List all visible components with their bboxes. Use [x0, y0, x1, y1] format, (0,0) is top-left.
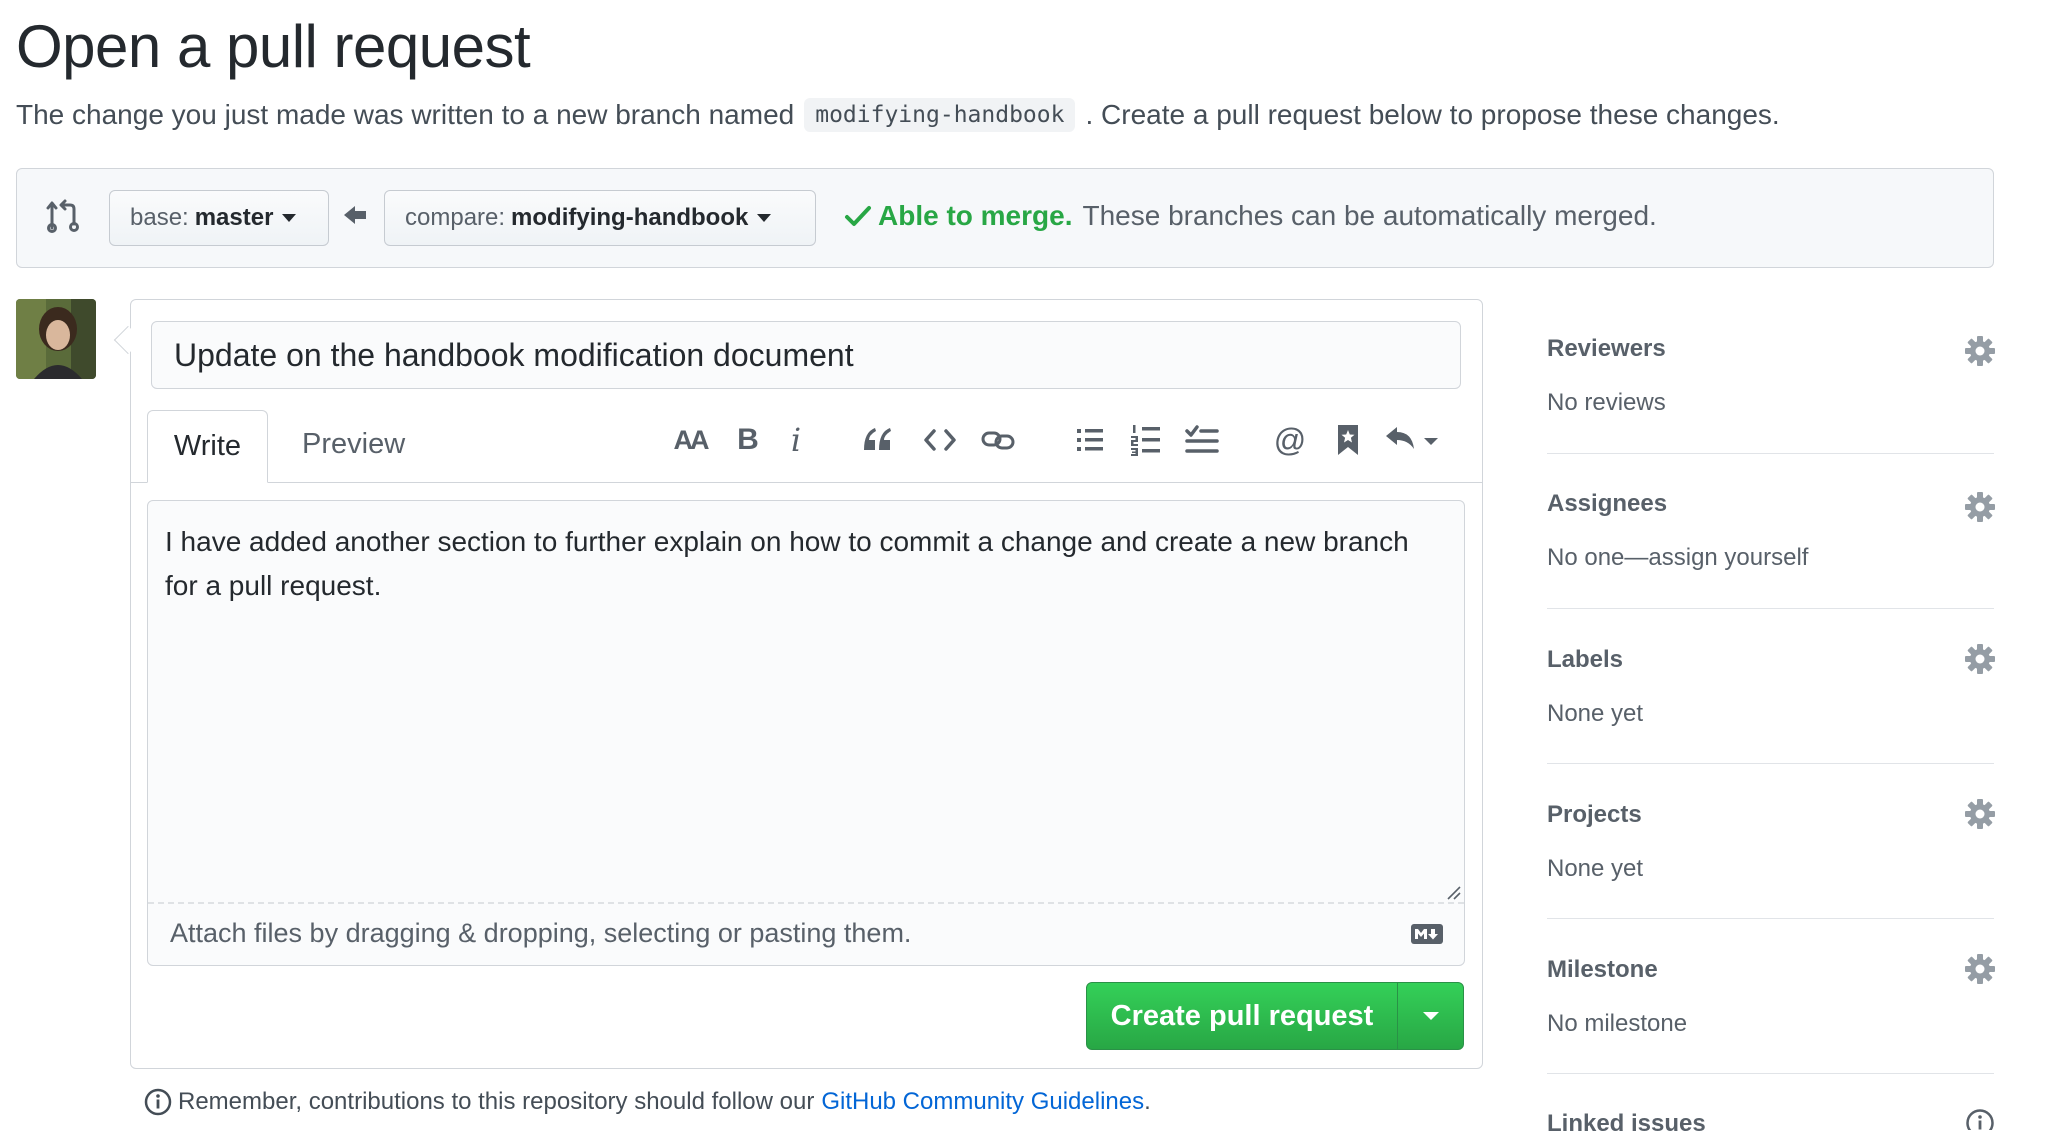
sidebar-reviewers-value: No reviews	[1547, 389, 1666, 416]
body-text: I have added another section to further …	[165, 526, 1409, 601]
sidebar-milestone-title[interactable]: Milestone	[1547, 956, 1994, 984]
sidebar-milestone: Milestone No milestone	[1547, 956, 1994, 1038]
base-branch-select[interactable]: base: master	[109, 190, 329, 246]
title-input[interactable]: Update on the handbook modification docu…	[151, 321, 1461, 389]
compare-branch-name: modifying-handbook	[511, 204, 749, 231]
subtitle-text: The change you just made was written to …	[16, 99, 795, 130]
arrow-left-icon	[344, 204, 368, 226]
sidebar-labels: Labels None yet	[1547, 646, 1994, 728]
attach-divider	[148, 902, 1464, 904]
guidelines-text-end: .	[1144, 1088, 1151, 1115]
sidebar-linked-issues: Linked issues	[1547, 1110, 1994, 1138]
unordered-list-icon[interactable]	[1068, 418, 1112, 462]
reviewers-gear-icon[interactable]	[1965, 336, 1995, 366]
sidebar-projects-value: None yet	[1547, 855, 1644, 882]
compare-prefix: compare:	[405, 204, 506, 231]
create-options-dropdown[interactable]	[1397, 983, 1463, 1049]
reply-icon[interactable]	[1384, 418, 1444, 462]
sidebar-linked-issues-title: Linked issues	[1547, 1110, 1706, 1137]
task-list-icon[interactable]	[1180, 418, 1224, 462]
italic-icon[interactable]: i	[774, 418, 818, 462]
sidebar-assignees-title[interactable]: Assignees	[1547, 490, 1994, 518]
ordered-list-icon[interactable]	[1124, 418, 1168, 462]
page-subtitle: The change you just made was written to …	[16, 98, 1780, 132]
markdown-icon[interactable]	[1410, 923, 1444, 945]
sidebar-labels-title[interactable]: Labels	[1547, 646, 1994, 674]
sidebar-milestone-value: No milestone	[1547, 1010, 1688, 1037]
sidebar-reviewers: Reviewers No reviews	[1547, 335, 1994, 417]
community-guidelines-link[interactable]: GitHub Community Guidelines	[821, 1088, 1144, 1116]
tabs-divider	[130, 482, 1483, 483]
sidebar-projects: Projects None yet	[1547, 801, 1994, 883]
header-icon[interactable]: AA	[668, 418, 712, 462]
bold-icon[interactable]: B	[726, 418, 770, 462]
code-icon[interactable]	[918, 418, 962, 462]
base-branch-name: master	[194, 204, 274, 231]
sidebar-divider	[1547, 1073, 1994, 1074]
merge-status-message: These branches can be automatically merg…	[1082, 200, 1657, 231]
merge-status-label: Able to merge.	[878, 200, 1073, 231]
resize-handle-icon[interactable]	[1445, 884, 1461, 900]
chevron-down-icon	[282, 214, 297, 222]
info-icon	[144, 1088, 172, 1116]
base-prefix: base:	[130, 204, 189, 231]
guidelines-text: Remember, contributions to this reposito…	[178, 1088, 815, 1115]
assignees-gear-icon[interactable]	[1965, 492, 1995, 522]
quote-icon[interactable]	[856, 418, 900, 462]
merge-status: Able to merge. These branches can be aut…	[844, 200, 1657, 232]
projects-gear-icon[interactable]	[1965, 799, 1995, 829]
create-pull-request-label[interactable]: Create pull request	[1087, 983, 1397, 1049]
sidebar-divider	[1547, 763, 1994, 764]
tab-write[interactable]: Write	[147, 410, 268, 483]
chevron-down-icon	[757, 214, 772, 222]
guidelines-notice: Remember, contributions to this reposito…	[144, 1088, 1151, 1116]
sidebar-divider	[1547, 918, 1994, 919]
page-title: Open a pull request	[16, 13, 531, 80]
reference-icon[interactable]	[1326, 418, 1370, 462]
link-icon[interactable]	[976, 418, 1020, 462]
sidebar-projects-title[interactable]: Projects	[1547, 801, 1994, 829]
create-pull-request-button[interactable]: Create pull request	[1086, 982, 1464, 1050]
tab-preview[interactable]: Preview	[302, 428, 405, 461]
mention-icon[interactable]: @	[1268, 418, 1312, 462]
chevron-down-icon	[1422, 1012, 1439, 1020]
avatar[interactable]	[16, 299, 96, 379]
sidebar-assignees: Assignees No one—assign yourself	[1547, 490, 1994, 572]
subtitle-text-end: . Create a pull request below to propose…	[1085, 99, 1780, 130]
info-icon[interactable]	[1965, 1108, 1995, 1130]
compare-icon	[46, 198, 80, 234]
sidebar-reviewers-title[interactable]: Reviewers	[1547, 335, 1994, 363]
milestone-gear-icon[interactable]	[1965, 954, 1995, 984]
attach-files-hint[interactable]: Attach files by dragging & dropping, sel…	[170, 918, 911, 949]
labels-gear-icon[interactable]	[1965, 644, 1995, 674]
sidebar-labels-value: None yet	[1547, 700, 1644, 727]
compare-branch-select[interactable]: compare: modifying-handbook	[384, 190, 816, 246]
sidebar-divider	[1547, 453, 1994, 454]
sidebar-divider	[1547, 608, 1994, 609]
branch-name-code: modifying-handbook	[804, 98, 1076, 132]
sidebar-assignees-value[interactable]: No one—assign yourself	[1547, 544, 1994, 572]
check-icon	[845, 206, 871, 226]
